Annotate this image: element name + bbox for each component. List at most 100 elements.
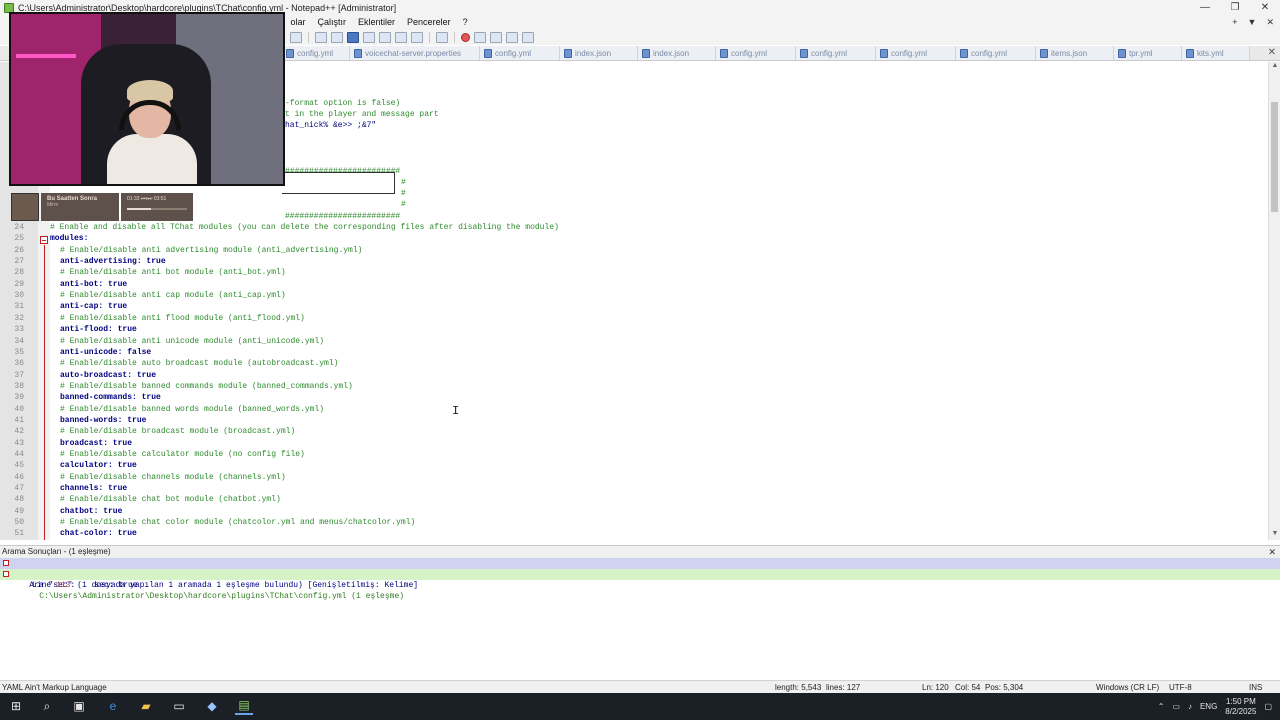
ibeam-cursor-icon: I <box>452 404 460 418</box>
task-view-icon[interactable]: ▣ <box>70 697 88 715</box>
result-file-line[interactable]: C:\Users\Administrator\Desktop\hardcore\… <box>0 569 1280 601</box>
clock-date: 8/2/2025 <box>1225 706 1257 716</box>
menu-araclar[interactable]: olar <box>285 17 312 27</box>
notifications-icon[interactable]: ▢ <box>1264 702 1272 711</box>
vertical-scrollbar[interactable]: ▲ ▼ <box>1268 62 1280 540</box>
code-text: # Enable/disable anti cap module (anti_c… <box>60 291 286 301</box>
tab-config-yml-3[interactable]: config.yml <box>716 46 796 60</box>
file-explorer-icon[interactable]: ▰ <box>137 697 155 715</box>
new-tab-button[interactable]: + <box>1232 17 1237 27</box>
code-line: 50 # Enable/disable chat color module (ch… <box>0 517 1266 528</box>
code-text: # Enable/disable channels module (channe… <box>60 472 286 482</box>
fold-toggle-icon[interactable] <box>40 236 48 244</box>
playback-controls-icon: ⏮⏸⏭ <box>140 196 154 202</box>
line-number: 46 <box>14 472 24 482</box>
code-text: modules: <box>50 234 89 244</box>
scroll-down-icon[interactable]: ▼ <box>1269 530 1280 540</box>
tab-config-yml-4[interactable]: config.yml <box>796 46 876 60</box>
tab-config-yml-1[interactable]: config.yml <box>282 46 350 60</box>
code-line: 26 # Enable/disable anti advertising modu… <box>0 245 1266 256</box>
code-text: # Enable/disable auto broadcast module (… <box>60 359 339 369</box>
fold-toggle-icon[interactable] <box>3 571 9 577</box>
network-icon[interactable]: ▭ <box>1172 702 1180 711</box>
code-line: 30 # Enable/disable anti cap module (anti… <box>0 290 1266 301</box>
comment-box-frame <box>282 172 395 194</box>
result-hit-line[interactable]: Line 113: sec: true <box>0 580 1280 591</box>
close-icon[interactable]: ✕ <box>1268 546 1276 558</box>
close-button[interactable]: ✕ <box>1250 0 1280 15</box>
code-line: 35 anti-unicode: false <box>0 347 1266 358</box>
windows-taskbar: ⊞ ⌕ ▣ e ▰ ▭ ◆ ▤ ⌃ ▭ ♪ ENG 1:50 PM 8/2/20… <box>0 693 1280 720</box>
code-line: 25 modules: <box>0 233 1266 244</box>
line-number: 31 <box>14 302 24 312</box>
save-macro-icon[interactable] <box>522 31 534 43</box>
line-number: 49 <box>14 506 24 516</box>
tab-kits-yml[interactable]: kits.yml <box>1182 46 1250 60</box>
tab-list-button[interactable]: ▼ <box>1248 17 1257 27</box>
line-number: 33 <box>14 325 24 335</box>
code-text: banned-words: true <box>60 415 147 425</box>
code-text: # Enable/disable chat bot module (chatbo… <box>60 495 281 505</box>
minimize-button[interactable]: — <box>1190 0 1220 15</box>
tab-index-json-2[interactable]: index.json <box>638 46 716 60</box>
tab-tpr-yml[interactable]: tpr.yml <box>1114 46 1182 60</box>
menu-eklentiler[interactable]: Eklentiler <box>352 17 401 27</box>
tab-voicechat-server[interactable]: voicechat-server.properties <box>350 46 480 60</box>
file-icon <box>286 48 294 58</box>
doc-map-icon[interactable] <box>363 31 375 43</box>
stop-macro-icon[interactable] <box>474 31 486 43</box>
line-number: 35 <box>14 347 24 357</box>
notepadpp-taskbar-icon[interactable]: ▤ <box>235 697 253 715</box>
line-number: 47 <box>14 484 24 494</box>
folder-workspace-icon[interactable] <box>395 31 407 43</box>
search-icon[interactable]: ⌕ <box>38 697 56 715</box>
language-indicator[interactable]: ENG <box>1200 702 1217 711</box>
indent-icon[interactable] <box>315 31 327 43</box>
search-summary-line[interactable]: Ara "sec" (1 dosyada yapılan 1 aramada 1… <box>0 558 1280 590</box>
line-number: 39 <box>14 393 24 403</box>
clock[interactable]: 1:50 PM 8/2/2025 <box>1225 697 1256 717</box>
scroll-up-icon[interactable]: ▲ <box>1269 62 1280 72</box>
tab-config-yml-2[interactable]: config.yml <box>480 46 560 60</box>
tab-index-json-1[interactable]: index.json <box>560 46 638 60</box>
code-line: 44 # Enable/disable calculator module (no… <box>0 449 1266 460</box>
code-line: 48 # Enable/disable chat bot module (chat… <box>0 494 1266 505</box>
monitor-icon[interactable] <box>411 31 423 43</box>
file-icon <box>354 48 362 58</box>
code-line: 43 broadcast: true <box>0 438 1266 449</box>
volume-icon[interactable]: ♪ <box>1188 702 1192 711</box>
clock-time: 1:50 PM <box>1225 696 1256 706</box>
code-line: 34 # Enable/disable anti unicode module (… <box>0 336 1266 347</box>
show-all-icon[interactable] <box>331 31 343 43</box>
eye-icon[interactable] <box>436 31 448 43</box>
code-line: 39 banned-commands: true <box>0 392 1266 403</box>
menu-pencereler[interactable]: Pencereler <box>401 17 457 27</box>
code-line: 31 anti-cap: true <box>0 301 1266 312</box>
code-text: # Enable/disable banned commands module … <box>60 381 353 391</box>
code-line: 24 # Enable and disable all TChat modules… <box>0 222 1266 233</box>
tray-chevron-icon[interactable]: ⌃ <box>1158 702 1165 711</box>
wrap-icon[interactable] <box>290 31 302 43</box>
function-list-icon[interactable] <box>379 31 391 43</box>
fold-toggle-icon[interactable] <box>3 560 9 566</box>
tab-config-yml-6[interactable]: config.yml <box>956 46 1036 60</box>
record-macro-icon[interactable] <box>461 32 470 42</box>
app-icon[interactable]: ◆ <box>203 697 221 715</box>
run-macro-icon[interactable] <box>506 31 518 43</box>
close-tab-icon[interactable]: ✕ <box>1268 47 1276 58</box>
play-macro-icon[interactable] <box>490 31 502 43</box>
line-number: 38 <box>14 381 24 391</box>
close-doc-button[interactable]: ✕ <box>1266 17 1274 28</box>
menu-help[interactable]: ? <box>457 17 474 27</box>
code-line: 32 # Enable/disable anti flood module (an… <box>0 313 1266 324</box>
time-total: 03:51 <box>153 196 167 202</box>
scrollbar-thumb[interactable] <box>1271 102 1278 212</box>
edge-icon[interactable]: e <box>104 697 122 715</box>
menu-calistir[interactable]: Çalıştır <box>312 17 353 27</box>
terminal-icon[interactable]: ▭ <box>170 697 188 715</box>
tab-items-json[interactable]: items.json <box>1036 46 1114 60</box>
maximize-button[interactable]: ❐ <box>1220 0 1250 15</box>
start-icon[interactable]: ⊞ <box>7 697 25 715</box>
indent-guide-icon[interactable] <box>347 31 359 43</box>
tab-config-yml-5[interactable]: config.yml <box>876 46 956 60</box>
